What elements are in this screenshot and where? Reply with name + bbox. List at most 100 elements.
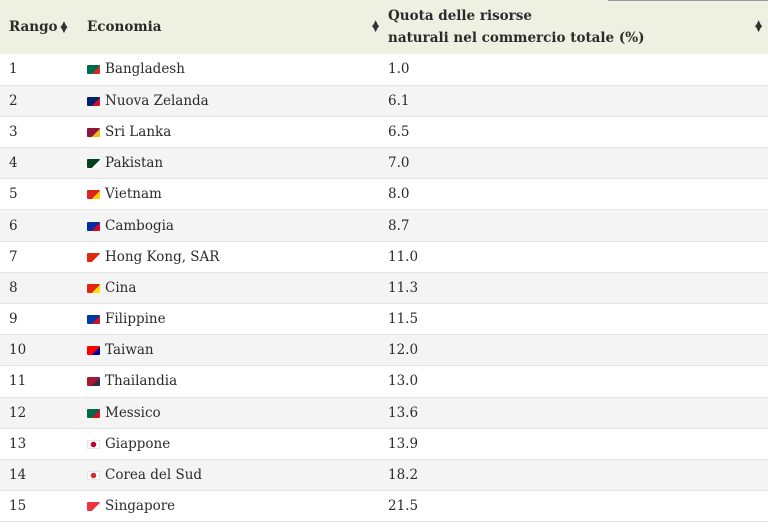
rank-cell: 12: [0, 397, 78, 429]
country-flag-icon: [87, 96, 100, 106]
economy-name: Hong Kong, SAR: [105, 248, 220, 265]
country-flag-icon: [87, 65, 100, 75]
quota-value-cell: 8.0: [379, 178, 768, 211]
sort-icon[interactable]: ▲ ▼: [755, 20, 762, 34]
economy-name: Corea del Sud: [105, 467, 203, 484]
table-row: 5 Vietnam 8.0: [0, 178, 768, 211]
table-header-row: Rango ▲ ▼ Economia ▲ ▼ Quota delle risorse …: [0, 0, 768, 54]
table-row: 9 Filippine 11.5: [0, 303, 768, 336]
rank-cell: 10: [0, 334, 78, 367]
column-header-quota[interactable]: Quota delle risorse naturali nel commerc…: [379, 0, 768, 54]
country-flag-icon: [87, 471, 100, 481]
country-flag-icon: [87, 502, 100, 512]
rank-cell: 15: [0, 490, 78, 523]
economy-header-label: Economia: [87, 19, 162, 35]
country-flag-icon: [87, 315, 100, 325]
quota-value-cell: 11.5: [379, 303, 768, 336]
quota-value-cell: 11.0: [379, 241, 768, 273]
country-flag-icon: [87, 408, 100, 418]
country-flag-icon: [87, 377, 100, 387]
country-flag-icon: [87, 127, 100, 137]
economy-name: Giappone: [105, 435, 171, 452]
rank-cell: 3: [0, 116, 78, 149]
sort-icon[interactable]: ▲ ▼: [372, 20, 379, 34]
economy-name: Cambogia: [105, 217, 174, 234]
country-flag-icon: [87, 221, 100, 231]
quota-value-cell: 18.2: [379, 459, 768, 492]
economy-cell: Hong Kong, SAR: [78, 241, 379, 273]
column-header-rank[interactable]: Rango ▲ ▼: [0, 0, 78, 54]
table-row: 2 Nuova Zelanda 6.1: [0, 85, 768, 117]
rank-cell: 4: [0, 147, 78, 180]
economy-cell: Bangladesh: [78, 54, 379, 86]
economy-name: Nuova Zelanda: [105, 92, 209, 109]
column-header-economy[interactable]: Economia ▲ ▼: [78, 0, 379, 54]
economy-name: Singapore: [105, 498, 176, 515]
economy-name: Taiwan: [105, 342, 154, 359]
quota-header-line1: Quota delle risorse: [388, 8, 532, 24]
quota-value-cell: 13.0: [379, 365, 768, 398]
economy-name: Bangladesh: [105, 61, 185, 78]
economy-name: Cina: [105, 279, 137, 296]
sort-icon[interactable]: ▲ ▼: [61, 20, 68, 34]
rank-header-label: Rango: [9, 19, 58, 35]
rank-cell: 13: [0, 428, 78, 460]
country-flag-icon: [87, 346, 100, 356]
economy-name: Messico: [105, 404, 161, 421]
economy-cell: Sri Lanka: [78, 116, 379, 149]
economy-name: Vietnam: [105, 186, 162, 203]
rank-cell: 11: [0, 365, 78, 398]
ranking-table: Rango ▲ ▼ Economia ▲ ▼ Quota delle risorse …: [0, 0, 768, 523]
rank-cell: 14: [0, 459, 78, 492]
economy-name: Filippine: [105, 311, 166, 328]
table-row: 6 Cambogia 8.7: [0, 209, 768, 242]
table-row: 4 Pakistan 7.0: [0, 147, 768, 180]
rank-cell: 8: [0, 272, 78, 305]
table-row: 15 Singapore 21.5: [0, 490, 768, 523]
quota-header-line2: naturali nel commercio totale (%): [388, 30, 645, 46]
economy-cell: Singapore: [78, 490, 379, 523]
rank-cell: 1: [0, 54, 78, 86]
table-row: 13 Giappone 13.9: [0, 428, 768, 460]
quota-value-cell: 12.0: [379, 334, 768, 367]
table-row: 11 Thailandia 13.0: [0, 365, 768, 398]
quota-value-cell: 11.3: [379, 272, 768, 305]
economy-cell: Thailandia: [78, 365, 379, 398]
economy-cell: Cambogia: [78, 209, 379, 242]
rank-cell: 7: [0, 241, 78, 273]
economy-cell: Taiwan: [78, 334, 379, 367]
economy-cell: Cina: [78, 272, 379, 305]
economy-cell: Corea del Sud: [78, 459, 379, 492]
economy-cell: Pakistan: [78, 147, 379, 180]
rank-cell: 9: [0, 303, 78, 336]
table-row: 12 Messico 13.6: [0, 397, 768, 429]
economy-name: Pakistan: [105, 155, 164, 172]
country-flag-icon: [87, 190, 100, 200]
rank-cell: 2: [0, 85, 78, 117]
quota-value-cell: 1.0: [379, 54, 768, 86]
economy-name: Sri Lanka: [105, 123, 172, 140]
quota-value-cell: 13.9: [379, 428, 768, 460]
quota-value-cell: 6.1: [379, 85, 768, 117]
quota-value-cell: 7.0: [379, 147, 768, 180]
table-row: 8 Cina 11.3: [0, 272, 768, 305]
table-row: 7 Hong Kong, SAR 11.0: [0, 241, 768, 273]
rank-cell: 5: [0, 178, 78, 211]
country-flag-icon: [87, 283, 100, 293]
economy-cell: Giappone: [78, 428, 379, 460]
table-row: 3 Sri Lanka 6.5: [0, 116, 768, 149]
economy-name: Thailandia: [105, 373, 178, 390]
quota-value-cell: 13.6: [379, 397, 768, 429]
table-row: 14 Corea del Sud 18.2: [0, 459, 768, 492]
economy-cell: Filippine: [78, 303, 379, 336]
quota-value-cell: 21.5: [379, 490, 768, 523]
quota-value-cell: 8.7: [379, 209, 768, 242]
economy-cell: Messico: [78, 397, 379, 429]
economy-cell: Nuova Zelanda: [78, 85, 379, 117]
country-flag-icon: [87, 439, 100, 449]
table-row: 1 Bangladesh 1.0: [0, 54, 768, 86]
country-flag-icon: [87, 252, 100, 262]
economy-cell: Vietnam: [78, 178, 379, 211]
rank-cell: 6: [0, 209, 78, 242]
table-row: 10 Taiwan 12.0: [0, 334, 768, 367]
